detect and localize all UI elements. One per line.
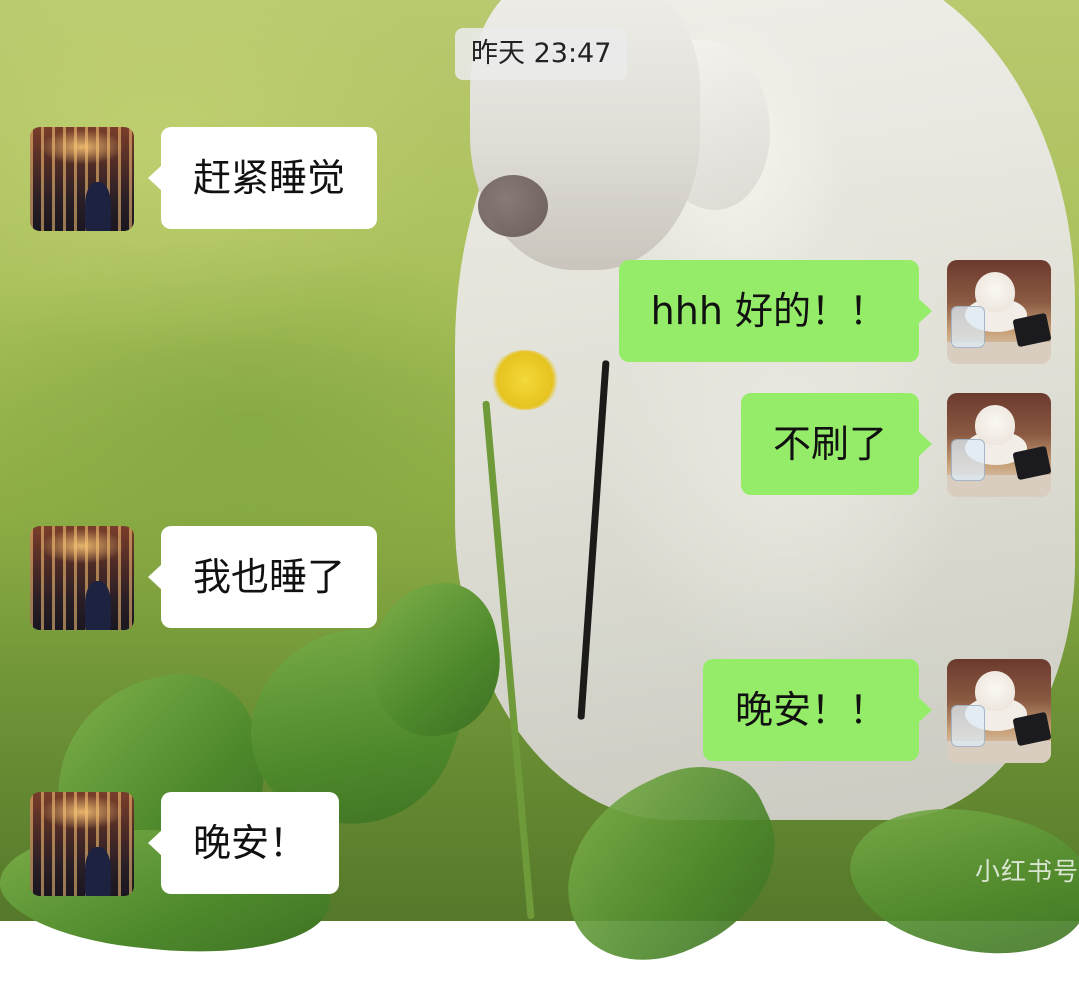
contact-avatar[interactable]	[30, 792, 134, 896]
avatar-jar	[951, 439, 985, 481]
watermark-text: 小红书号	[974, 857, 1079, 886]
avatar-jar	[951, 705, 985, 747]
avatar-jar	[951, 306, 985, 348]
avatar-figure	[85, 847, 111, 896]
message-timestamp: 昨天 23:47	[455, 28, 628, 80]
self-avatar[interactable]	[947, 393, 1051, 497]
chat-message-list[interactable]: 昨天 23:47 赶紧睡觉 hhh 好的！！ 不刷了 我也睡了 晚安！！ 晚安！…	[0, 0, 1079, 921]
avatar-figure	[85, 581, 111, 630]
outgoing-message-bubble[interactable]: 晚安！！	[702, 659, 933, 761]
incoming-message-bubble[interactable]: 我也睡了	[147, 526, 378, 628]
incoming-message-bubble[interactable]: 赶紧睡觉	[147, 127, 378, 229]
outgoing-message-bubble[interactable]: 不刷了	[740, 393, 933, 495]
incoming-message-bubble[interactable]: 晚安！	[147, 792, 340, 894]
contact-avatar[interactable]	[30, 526, 134, 630]
self-avatar[interactable]	[947, 659, 1051, 763]
self-avatar[interactable]	[947, 260, 1051, 364]
avatar-figure	[85, 182, 111, 231]
contact-avatar[interactable]	[30, 127, 134, 231]
outgoing-message-bubble[interactable]: hhh 好的！！	[618, 260, 933, 362]
